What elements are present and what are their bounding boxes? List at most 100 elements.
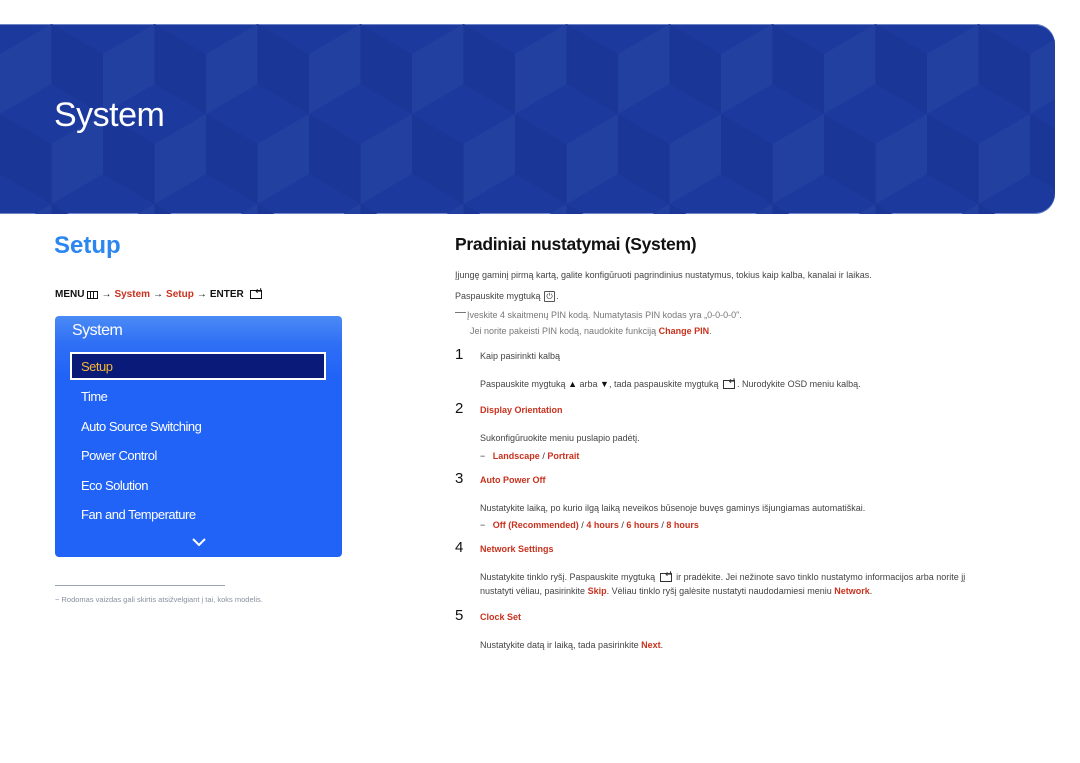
cube-face (463, 204, 481, 214)
breadcrumb-arrow: → (101, 289, 112, 300)
up-arrow-icon: ▲ (568, 379, 577, 389)
pin-note-line2: Jei norite pakeisti PIN kodą, naudokite … (470, 326, 712, 336)
pin-note-text2: Jei norite pakeisti PIN kodą, naudokite … (470, 326, 657, 336)
cube-face (412, 114, 464, 204)
cube-face (1030, 114, 1055, 189)
cube-face (154, 204, 172, 214)
down-arrow-icon: ▼ (600, 379, 609, 389)
skip-link[interactable]: Skip (588, 586, 607, 596)
chapter-title: System (54, 96, 165, 134)
footnote-text: Rodomas vaizdas gali skirtis atsižvelgia… (61, 595, 263, 604)
option-portrait[interactable]: Portrait (547, 451, 579, 461)
cube-face (515, 114, 567, 204)
cube-face (875, 24, 927, 114)
footnote-divider (55, 585, 225, 586)
cube-face (824, 114, 876, 204)
step-1-desc-post: . Nurodykite OSD meniu kalbą. (737, 379, 861, 389)
cube-face (257, 24, 309, 114)
cube-face (463, 114, 515, 204)
cube-face (309, 24, 361, 114)
next-link[interactable]: Next (641, 640, 661, 650)
step-4-line1-pre: Nustatykite tinklo ryšį. Paspauskite myg… (480, 572, 656, 582)
cube-face (669, 204, 687, 214)
change-pin-link[interactable]: Change PIN (659, 326, 710, 336)
step-5-desc: Nustatykite datą ir laiką, tada pasirink… (480, 640, 663, 650)
osd-menu-item-time[interactable]: Time (81, 389, 108, 404)
cube-face (978, 24, 1030, 114)
press-button-line: Paspauskite mygtuką ⏻. (455, 291, 559, 303)
breadcrumb-arrow: → (196, 289, 207, 300)
step-4-line2-post: . (869, 586, 873, 596)
cube-face (927, 114, 979, 204)
option-landscape[interactable]: Landscape (493, 451, 540, 461)
cube-face (412, 24, 464, 114)
step-4-line1-post: ir pradėkite. Jei nežinote savo tinklo n… (676, 572, 966, 582)
osd-menu-item-setup[interactable]: Setup (70, 352, 326, 380)
cube-face (463, 24, 515, 114)
step-5-title: Clock Set (480, 612, 522, 622)
step-4-line2: nustatyti vėliau, pasirinkite Skip. Vėli… (480, 586, 872, 596)
cube-face (721, 24, 773, 114)
menu-grid-icon (87, 290, 99, 299)
cube-face (618, 24, 670, 114)
step-2-title: Display Orientation (480, 405, 563, 415)
option-6-hours[interactable]: 6 hours (626, 520, 659, 530)
step-number-3: 3 (455, 470, 464, 487)
breadcrumb: MENU → System → Setup → ENTER (55, 286, 263, 300)
chevron-down-icon[interactable] (192, 538, 206, 547)
step-1-desc-mid: , tada paspauskite mygtuką (608, 379, 719, 389)
cube-face (1030, 39, 1055, 114)
cube-face (360, 204, 378, 214)
cube-face (961, 204, 979, 214)
cube-face (669, 24, 721, 114)
step-4-title: Network Settings (480, 544, 554, 554)
osd-menu-item-auto-source-switching[interactable]: Auto Source Switching (81, 419, 202, 434)
step-5-desc-pre: Nustatykite datą ir laiką, tada pasirink… (480, 640, 639, 650)
footnote-dash: − (55, 595, 60, 604)
cube-face (669, 114, 721, 204)
osd-menu-item-eco-solution[interactable]: Eco Solution (81, 478, 149, 493)
step-5-desc-post: . (660, 640, 664, 650)
step-3-desc: Nustatykite laiką, po kurio ilgą laiką n… (480, 503, 866, 513)
cube-face (566, 204, 584, 214)
cube-face (0, 114, 52, 204)
step-2-options: − Landscape / Portrait (480, 451, 579, 461)
enter-icon (723, 376, 736, 390)
network-link[interactable]: Network (834, 586, 870, 596)
content-heading: Pradiniai nustatymai (System) (455, 234, 697, 254)
cube-face (1030, 204, 1055, 214)
note-icon (455, 312, 466, 314)
cube-face (515, 24, 567, 114)
breadcrumb-setup[interactable]: Setup (166, 289, 194, 300)
enter-icon (659, 569, 673, 583)
step-number-5: 5 (455, 607, 464, 624)
step-3-title: Auto Power Off (480, 475, 546, 485)
cube-face (652, 204, 670, 214)
option-8-hours[interactable]: 8 hours (666, 520, 699, 530)
cube-face (257, 204, 275, 214)
section-title: Setup (54, 232, 121, 259)
cube-face (206, 114, 258, 204)
cube-face (51, 204, 69, 214)
option-4-hours[interactable]: 4 hours (586, 520, 619, 530)
osd-menu-item-power-control[interactable]: Power Control (81, 448, 157, 463)
cube-face (875, 114, 927, 204)
option-off-recommended[interactable]: Off (Recommended) (493, 520, 579, 530)
cube-face (566, 114, 618, 204)
cube-face (978, 114, 1030, 204)
step-1-desc: Paspauskite mygtuką ▲ arba ▼, tada paspa… (480, 376, 861, 390)
cube-face (343, 204, 361, 214)
breadcrumb-system[interactable]: System (114, 289, 150, 300)
step-number-4: 4 (455, 539, 464, 556)
cube-face (824, 24, 876, 114)
enter-icon (249, 286, 263, 299)
osd-menu-item-fan-and-temperature[interactable]: Fan and Temperature (81, 507, 196, 522)
step-number-2: 2 (455, 400, 464, 417)
cube-face (240, 204, 258, 214)
cube-face (618, 114, 670, 204)
footnote: − Rodomas vaizdas gali skirtis atsižvelg… (55, 595, 263, 604)
chapter-banner: System (0, 24, 1055, 214)
step-number-1: 1 (455, 346, 464, 363)
step-4-line1: Nustatykite tinklo ryšį. Paspauskite myg… (480, 569, 966, 583)
cube-face (927, 24, 979, 114)
